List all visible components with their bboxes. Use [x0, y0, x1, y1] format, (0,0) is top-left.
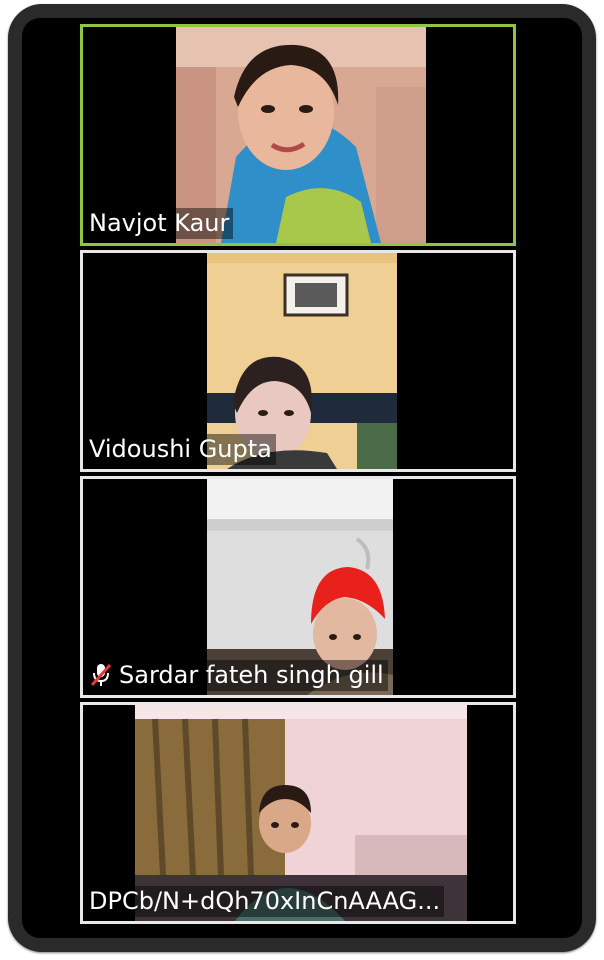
participant-name: Navjot Kaur: [89, 209, 230, 237]
participant-name: Sardar fateh singh gill: [119, 661, 384, 689]
phone-frame: Navjot Kaur Vidoushi Gupta Sardar fateh …: [8, 4, 596, 952]
participant-tile-sardar-fateh-singh-gill[interactable]: Sardar fateh singh gill: [80, 476, 516, 698]
meeting-gallery-view: Navjot Kaur Vidoushi Gupta Sardar fateh …: [22, 18, 582, 938]
participant-name-label: DPCb/N+dQh70xInCnAAAG...: [87, 886, 445, 917]
participant-name: DPCb/N+dQh70xInCnAAAG...: [89, 887, 441, 915]
participant-name-label: Sardar fateh singh gill: [87, 660, 388, 691]
participant-name-label: Navjot Kaur: [87, 208, 234, 239]
participant-name-label: Vidoushi Gupta: [87, 434, 276, 465]
participant-tile-dpcb[interactable]: DPCb/N+dQh70xInCnAAAG...: [80, 702, 516, 924]
microphone-muted-icon: [89, 662, 113, 688]
participant-tile-navjot-kaur[interactable]: Navjot Kaur: [80, 24, 516, 246]
participant-tile-vidoushi-gupta[interactable]: Vidoushi Gupta: [80, 250, 516, 472]
participant-name: Vidoushi Gupta: [89, 435, 272, 463]
